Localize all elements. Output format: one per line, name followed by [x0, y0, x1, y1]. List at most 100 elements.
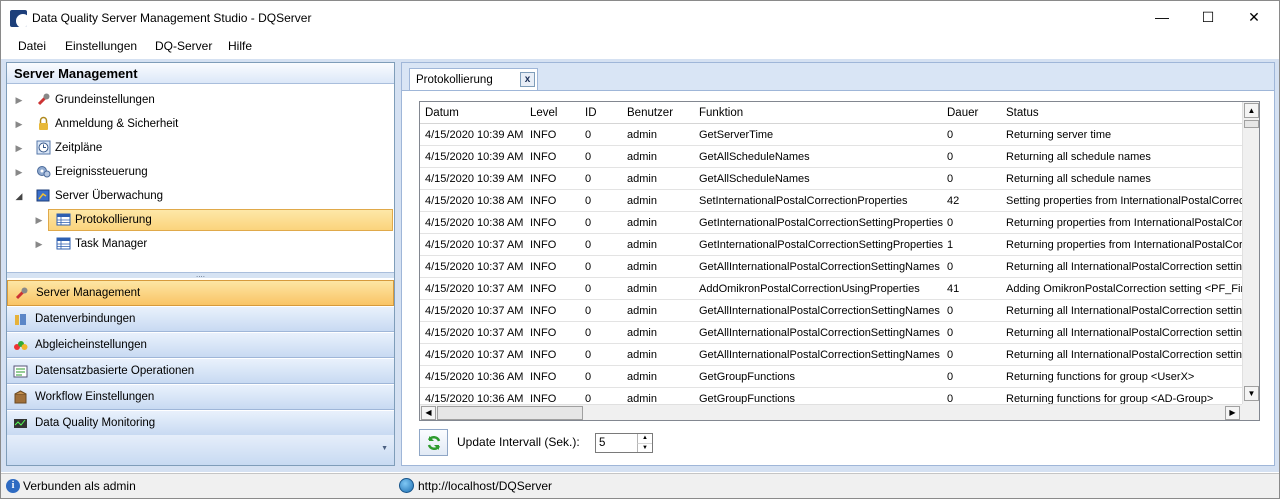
collapse-arrow-icon[interactable]: ◢ — [14, 185, 24, 207]
table-icon — [56, 213, 71, 226]
col-datum-cell: 4/15/2020 10:37 AM — [425, 305, 524, 317]
col-funktion-header[interactable]: Funktion — [699, 102, 947, 124]
nav-datensatzbasierte-operationen[interactable]: Datensatzbasierte Operationen — [7, 358, 394, 384]
col-status-header[interactable]: Status — [1006, 102, 1242, 124]
table-row[interactable]: 4/15/2020 10:39 AM INFO 0 admin GetAllSchedu… — [420, 146, 1242, 168]
col-status-cell: Returning functions for group <UserX> — [1006, 371, 1195, 383]
col-dauer-cell: 0 — [947, 151, 954, 163]
expand-arrow-icon[interactable]: ▶ — [14, 113, 24, 135]
chevron-down-icon[interactable]: ▼ — [381, 445, 388, 452]
col-id-cell: 0 — [585, 151, 592, 163]
tree-item-server-ueberwachung[interactable]: ◢ Server Überwachung — [14, 185, 384, 207]
menu-dq-server[interactable]: DQ-Server — [155, 39, 212, 53]
tab-strip: Protokollierung x — [402, 63, 1274, 91]
tree-item-anmeldung-sicherheit[interactable]: ▶ Anmeldung & Sicherheit — [14, 113, 384, 135]
application-window: Data Quality Server Management Studio - … — [0, 0, 1280, 499]
table-row[interactable]: 4/15/2020 10:36 AM INFO 0 admin GetGroupFunc… — [420, 366, 1242, 388]
table-row[interactable]: 4/15/2020 10:38 AM INFO 0 admin GetInternati… — [420, 212, 1242, 234]
col-funktion-cell: SetInternationalPostalCorrectionProperti… — [699, 195, 908, 207]
col-dauer-header[interactable]: Dauer — [947, 102, 1006, 124]
col-dauer-cell: 0 — [947, 217, 954, 229]
scroll-right-button[interactable]: ▶ — [1225, 406, 1240, 420]
col-id-cell: 0 — [585, 371, 592, 383]
horizontal-scrollbar[interactable]: ◀ ▶ — [420, 404, 1242, 420]
scroll-thumb[interactable] — [1244, 120, 1259, 128]
log-table[interactable]: Datum Level ID Benutzer Funktion Dauer Status … — [419, 101, 1260, 421]
tree-item-protokollierung[interactable]: ▶ Protokollierung — [34, 209, 393, 231]
col-datum-cell: 4/15/2020 10:37 AM — [425, 261, 524, 273]
col-funktion-cell: GetInternationalPostalCorrectionSettingP… — [699, 239, 943, 251]
interval-stepper[interactable]: 5 ▲ ▼ — [595, 433, 653, 453]
close-button[interactable]: ✕ — [1231, 1, 1277, 34]
col-status-cell: Setting properties from InternationalPos… — [1006, 195, 1242, 207]
vertical-scrollbar[interactable]: ▲ ▼ — [1242, 102, 1259, 404]
scroll-up-button[interactable]: ▲ — [1244, 103, 1259, 118]
col-datum-cell: 4/15/2020 10:37 AM — [425, 283, 524, 295]
col-benutzer-cell: admin — [627, 195, 657, 207]
col-status-cell: Returning all schedule names — [1006, 173, 1151, 185]
col-id-header[interactable]: ID — [585, 102, 627, 124]
table-row[interactable]: 4/15/2020 10:39 AM INFO 0 admin GetServerTim… — [420, 124, 1242, 146]
menu-datei[interactable]: Datei — [18, 39, 46, 53]
spin-down-button[interactable]: ▼ — [637, 443, 652, 452]
maximize-button[interactable]: ☐ — [1185, 1, 1231, 34]
scroll-thumb[interactable] — [437, 406, 583, 420]
wrench-icon — [37, 93, 50, 106]
col-funktion-cell: GetAllInternationalPostalCorrectionSetti… — [699, 327, 940, 339]
tab-protokollierung[interactable]: Protokollierung x — [409, 68, 538, 91]
table-row[interactable]: 4/15/2020 10:37 AM INFO 0 admin GetAllIntern… — [420, 256, 1242, 278]
table-row[interactable]: 4/15/2020 10:38 AM INFO 0 admin SetInternati… — [420, 190, 1242, 212]
nav-datenverbindungen[interactable]: Datenverbindungen — [7, 306, 394, 332]
menu-hilfe[interactable]: Hilfe — [228, 39, 252, 53]
tree-item-task-manager[interactable]: ▶ Task Manager — [34, 233, 384, 255]
spin-up-button[interactable]: ▲ — [637, 434, 652, 443]
nav-server-management[interactable]: Server Management — [7, 280, 394, 306]
tab-close-button[interactable]: x — [520, 72, 535, 87]
table-row[interactable]: 4/15/2020 10:37 AM INFO 0 admin GetInternati… — [420, 234, 1242, 256]
app-logo-icon — [10, 10, 27, 27]
col-funktion-cell: GetAllInternationalPostalCorrectionSetti… — [699, 305, 940, 317]
info-icon: i — [6, 479, 20, 493]
panel-splitter[interactable]: .... — [7, 271, 394, 279]
interval-value[interactable]: 5 — [599, 437, 605, 449]
panel-title: Server Management — [7, 63, 394, 84]
table-row[interactable]: 4/15/2020 10:37 AM INFO 0 admin GetAllIntern… — [420, 300, 1242, 322]
col-datum-cell: 4/15/2020 10:39 AM — [425, 173, 524, 185]
col-status-cell: Returning all InternationalPostalCorrect… — [1006, 327, 1242, 339]
expand-arrow-icon[interactable]: ▶ — [14, 89, 24, 111]
nav-footer: ▼ — [7, 435, 394, 465]
tree-item-grundeinstellungen[interactable]: ▶ Grundeinstellungen — [14, 89, 384, 111]
wrench-icon — [15, 287, 28, 300]
table-row[interactable]: 4/15/2020 10:37 AM INFO 0 admin GetAllIntern… — [420, 322, 1242, 344]
expand-arrow-icon[interactable]: ▶ — [34, 209, 44, 231]
refresh-button[interactable] — [419, 429, 448, 456]
expand-arrow-icon[interactable]: ▶ — [14, 161, 24, 183]
tree-item-zeitplaene[interactable]: ▶ Zeitpläne — [14, 137, 384, 159]
col-dauer-cell: 0 — [947, 129, 954, 141]
col-datum-header[interactable]: Datum — [425, 102, 530, 124]
col-status-cell: Returning all InternationalPostalCorrect… — [1006, 261, 1242, 273]
connection-status: Verbunden als admin — [23, 479, 136, 493]
expand-arrow-icon[interactable]: ▶ — [14, 137, 24, 159]
expand-arrow-icon[interactable]: ▶ — [34, 233, 44, 255]
col-dauer-cell: 0 — [947, 371, 954, 383]
col-funktion-cell: GetAllScheduleNames — [699, 151, 810, 163]
col-dauer-cell: 0 — [947, 327, 954, 339]
table-row[interactable]: 4/15/2020 10:39 AM INFO 0 admin GetAllSchedu… — [420, 168, 1242, 190]
window-title: Data Quality Server Management Studio - … — [32, 11, 312, 25]
table-row[interactable]: 4/15/2020 10:37 AM INFO 0 admin AddOmikronPo… — [420, 278, 1242, 300]
nav-data-quality-monitoring[interactable]: Data Quality Monitoring — [7, 410, 394, 436]
scroll-left-button[interactable]: ◀ — [421, 406, 436, 420]
tree-item-ereignissteuerung[interactable]: ▶ Ereignissteuerung — [14, 161, 384, 183]
col-status-cell: Returning all InternationalPostalCorrect… — [1006, 349, 1242, 361]
col-dauer-cell: 41 — [947, 283, 960, 295]
col-benutzer-header[interactable]: Benutzer — [627, 102, 699, 124]
table-row[interactable]: 4/15/2020 10:37 AM INFO 0 admin GetAllIntern… — [420, 344, 1242, 366]
col-level-header[interactable]: Level — [530, 102, 585, 124]
clock-icon — [36, 140, 51, 155]
nav-workflow-einstellungen[interactable]: Workflow Einstellungen — [7, 384, 394, 410]
menu-einstellungen[interactable]: Einstellungen — [65, 39, 137, 53]
minimize-button[interactable]: — — [1139, 1, 1185, 34]
nav-abgleicheinstellungen[interactable]: Abgleicheinstellungen — [7, 332, 394, 358]
scroll-down-button[interactable]: ▼ — [1244, 386, 1259, 401]
